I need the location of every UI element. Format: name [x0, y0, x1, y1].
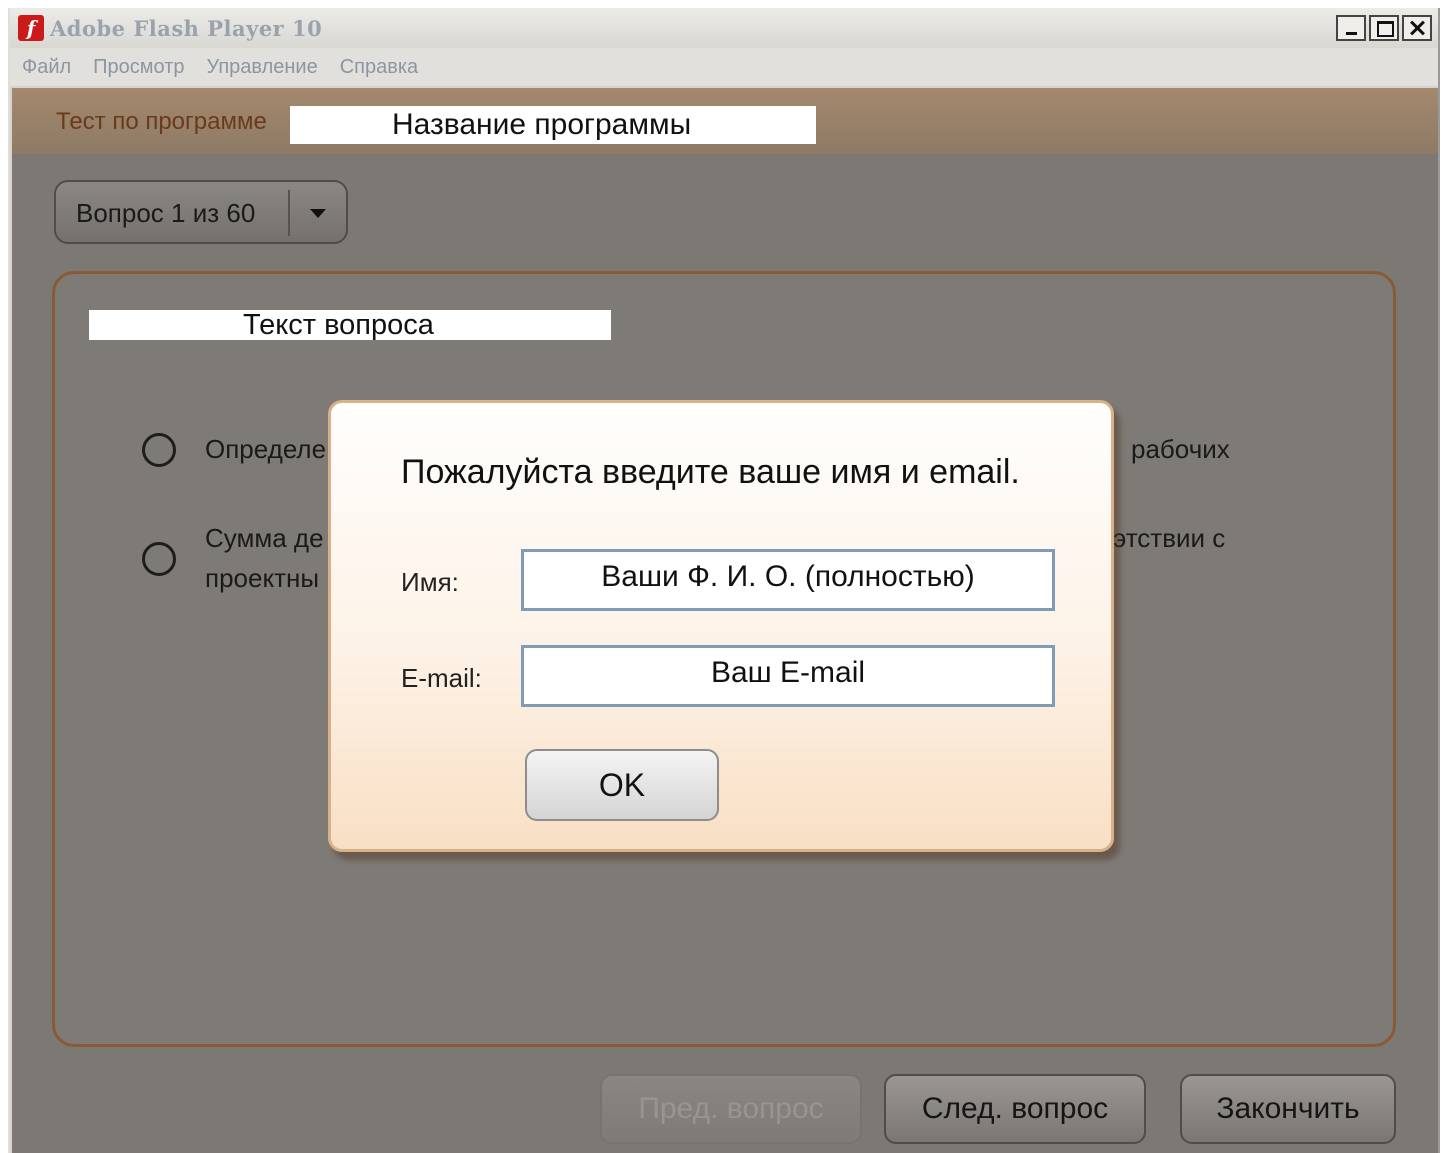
- menu-bar: Файл Просмотр Управление Справка: [10, 48, 1438, 86]
- question-selector-dropdown[interactable]: Вопрос 1 из 60: [54, 180, 348, 244]
- minimize-button[interactable]: [1336, 15, 1366, 41]
- answer-radio-1[interactable]: [142, 433, 176, 467]
- finish-button[interactable]: Закончить: [1180, 1074, 1396, 1144]
- app-window: f Adobe Flash Player 10 Файл Просмотр Уп…: [8, 8, 1440, 1153]
- answer-2-text-line2: проектны: [205, 563, 320, 593]
- close-button[interactable]: [1402, 15, 1432, 41]
- test-header: Тест по программе Название программы: [12, 88, 1438, 154]
- user-info-dialog: Пожалуйста введите ваше имя и email. Имя…: [328, 400, 1114, 852]
- email-input[interactable]: Ваш E-mail: [521, 645, 1055, 707]
- maximize-button[interactable]: [1369, 15, 1399, 41]
- email-label: E-mail:: [401, 663, 482, 693]
- window-title: Adobe Flash Player 10: [50, 16, 323, 41]
- question-selector-label: Вопрос 1 из 60: [76, 198, 256, 228]
- dropdown-separator: [288, 190, 290, 236]
- title-bar[interactable]: f Adobe Flash Player 10: [10, 8, 1438, 48]
- dialog-title: Пожалуйста введите ваше имя и email.: [401, 453, 1020, 491]
- flash-player-icon: f: [18, 15, 44, 41]
- menu-item-help[interactable]: Справка: [340, 48, 418, 86]
- question-text: Текст вопроса: [89, 310, 611, 340]
- answer-2-text-line1: Сумма де: [205, 523, 324, 553]
- menu-item-file[interactable]: Файл: [22, 48, 71, 86]
- name-label: Имя:: [401, 567, 459, 597]
- chevron-down-icon[interactable]: [310, 209, 326, 218]
- answer-1-text-left: Определе: [205, 434, 327, 464]
- menu-item-view[interactable]: Просмотр: [93, 48, 184, 86]
- program-name: Название программы: [290, 106, 816, 144]
- next-question-button[interactable]: След. вопрос: [884, 1074, 1146, 1144]
- answer-1-text-right: рабочих: [1131, 434, 1230, 464]
- name-input[interactable]: Ваши Ф. И. О. (полностью): [521, 549, 1055, 611]
- menu-item-control[interactable]: Управление: [207, 48, 318, 86]
- answer-radio-2[interactable]: [142, 542, 176, 576]
- flash-stage: Тест по программе Название программы Воп…: [12, 88, 1438, 1153]
- ok-button[interactable]: OK: [525, 749, 719, 821]
- test-header-label: Тест по программе: [56, 108, 267, 135]
- prev-question-button[interactable]: Пред. вопрос: [600, 1074, 862, 1144]
- window-controls: [1336, 15, 1432, 41]
- answer-2-text-right: этствии с: [1113, 523, 1226, 553]
